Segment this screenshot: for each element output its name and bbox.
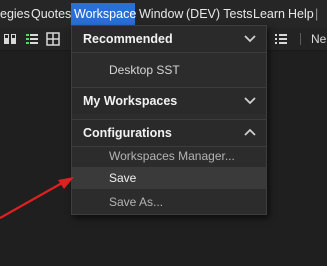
section-my-workspaces[interactable]: My Workspaces: [72, 88, 266, 114]
save-item[interactable]: Save: [72, 167, 266, 189]
red-arrow-icon: [0, 177, 74, 219]
menu-dev-tests[interactable]: (DEV) Tests: [183, 3, 255, 25]
section-configurations[interactable]: Configurations: [72, 120, 266, 146]
workspaces-manager-item[interactable]: Workspaces Manager...: [72, 145, 266, 167]
new-button[interactable]: Ne: [311, 31, 326, 47]
workspace-item-desktop-sst[interactable]: Desktop SST: [72, 59, 266, 81]
toolbar-separator: [300, 33, 301, 45]
menu-window[interactable]: Window: [136, 3, 186, 25]
menu-workspace[interactable]: Workspace: [71, 3, 136, 25]
divider: [72, 52, 266, 53]
menu-overflow[interactable]: |: [312, 3, 321, 25]
grid-icon[interactable]: [46, 32, 60, 46]
chevron-up-icon[interactable]: [244, 128, 256, 138]
section-my-workspaces-label: My Workspaces: [83, 94, 178, 108]
chevron-down-icon[interactable]: [244, 96, 256, 106]
save-as-item[interactable]: Save As...: [72, 191, 266, 213]
section-recommended-label: Recommended: [83, 32, 173, 46]
list-icon[interactable]: [25, 32, 39, 46]
layout-icon[interactable]: [3, 32, 17, 46]
chevron-down-icon[interactable]: [244, 34, 256, 44]
menu-learn[interactable]: Learn: [250, 3, 288, 25]
menu-quotes[interactable]: Quotes: [28, 3, 74, 25]
section-configurations-label: Configurations: [83, 126, 172, 140]
workspace-dropdown: Recommended Desktop SST My Workspaces Co…: [71, 25, 267, 215]
list-view-icon[interactable]: [274, 32, 288, 46]
section-recommended[interactable]: Recommended: [72, 26, 266, 52]
